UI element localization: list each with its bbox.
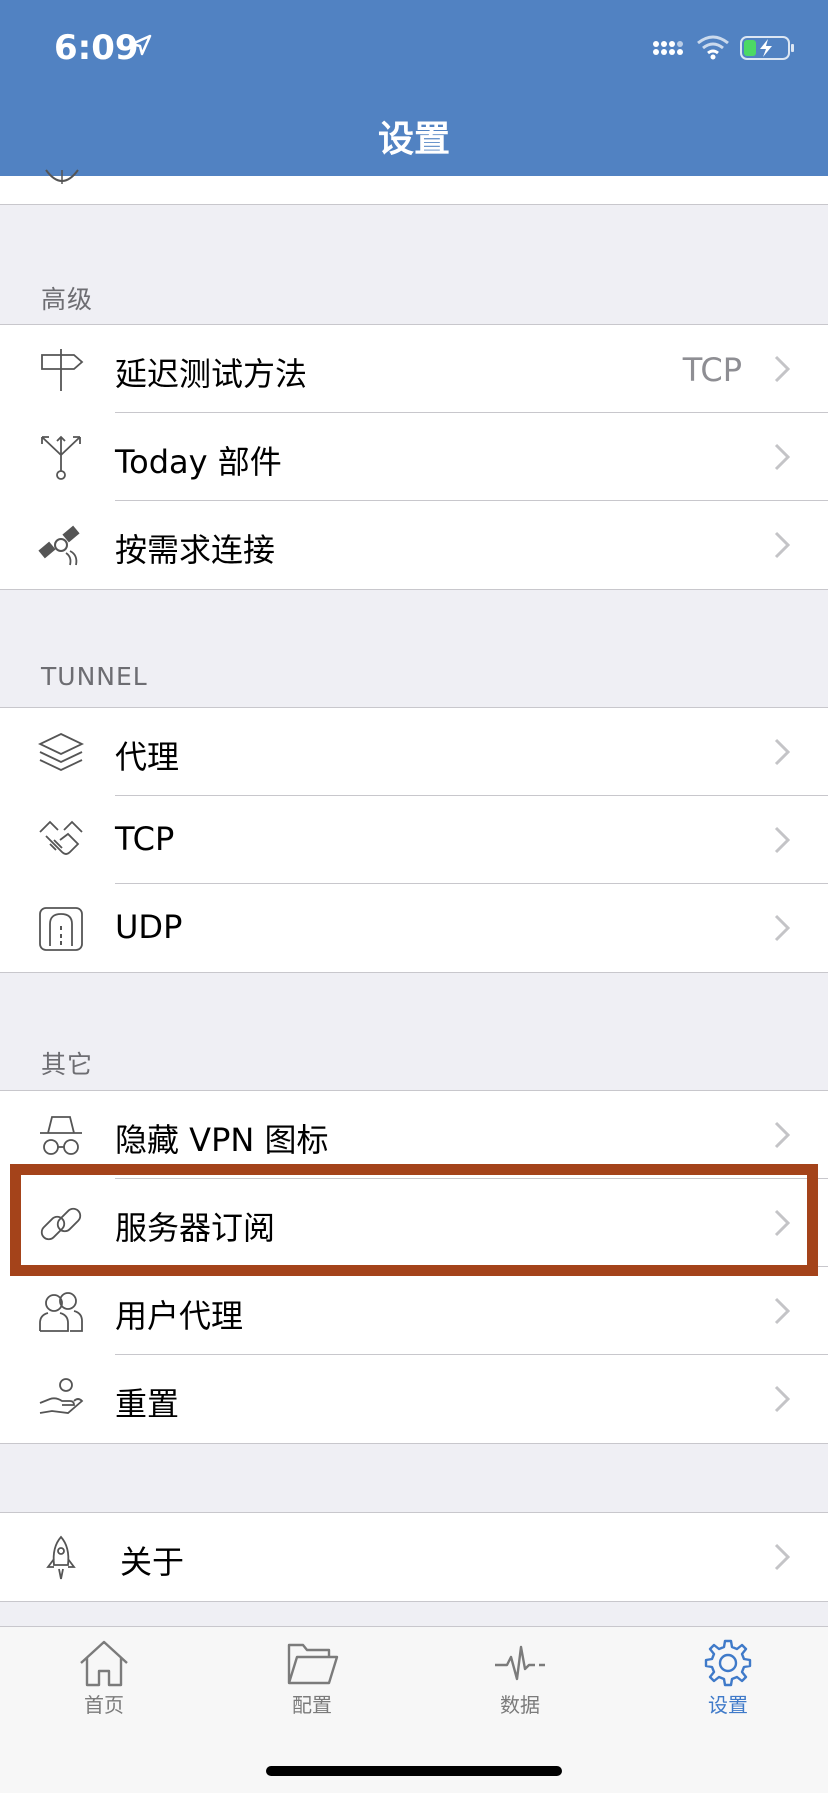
group-about: 关于 <box>0 1512 828 1602</box>
row-label: 用户代理 <box>115 1297 244 1335</box>
row-udp[interactable]: UDP <box>0 884 828 972</box>
layers-icon <box>38 733 84 771</box>
chevron-right-icon <box>774 914 790 942</box>
folder-icon <box>287 1643 339 1685</box>
handshake-icon <box>39 820 83 855</box>
row-on-demand-connect[interactable]: 按需求连接 <box>0 501 828 589</box>
row-label: 重置 <box>115 1385 180 1423</box>
wifi-icon <box>697 35 729 60</box>
tab-label: 配置 <box>292 1693 332 1717</box>
chevron-right-icon <box>774 1121 790 1149</box>
chevron-right-icon <box>774 1209 790 1237</box>
fork-arrows-icon <box>41 435 81 480</box>
chevron-right-icon <box>774 1543 790 1571</box>
tab-settings[interactable]: 设置 <box>673 1639 783 1718</box>
page-title: 设置 <box>377 119 450 160</box>
cellular-signal-icon <box>653 41 683 55</box>
home-icon <box>80 1640 128 1687</box>
home-indicator[interactable] <box>266 1766 562 1776</box>
chevron-right-icon <box>774 531 790 559</box>
satellite-icon <box>38 525 80 566</box>
tab-label: 首页 <box>84 1693 124 1717</box>
row-server-subscription[interactable]: 服务器订阅 <box>0 1179 828 1267</box>
link-icon <box>40 1207 82 1241</box>
row-label: TCP <box>115 820 175 858</box>
tab-label: 设置 <box>708 1693 748 1717</box>
tab-config[interactable]: 配置 <box>257 1639 367 1718</box>
section-header-advanced: 高级 <box>41 285 94 314</box>
nav-bar: 设置 <box>0 100 828 176</box>
row-label: 延迟测试方法 <box>115 355 308 393</box>
status-bar: 6:09 <box>0 0 828 100</box>
tunnel-icon <box>39 907 83 951</box>
users-icon <box>39 1292 83 1332</box>
row-user-agent[interactable]: 用户代理 <box>0 1267 828 1355</box>
chevron-right-icon <box>774 1385 790 1413</box>
tab-data[interactable]: 数据 <box>465 1639 575 1718</box>
row-value: TCP <box>682 351 742 389</box>
group-tunnel: 代理 TCP UDP <box>0 707 828 973</box>
gear-icon <box>704 1639 752 1687</box>
group-other: 隐藏 VPN 图标 服务器订阅 用户代理 重置 <box>0 1090 828 1444</box>
globe-icon <box>45 169 79 184</box>
row-label: 服务器订阅 <box>115 1209 276 1247</box>
section-header-other: 其它 <box>41 1050 94 1079</box>
chevron-right-icon <box>774 443 790 471</box>
row-hide-vpn-icon[interactable]: 隐藏 VPN 图标 <box>0 1091 828 1179</box>
row-proxy[interactable]: 代理 <box>0 708 828 796</box>
pulse-icon <box>495 1645 545 1681</box>
chevron-right-icon <box>774 738 790 766</box>
status-time: 6:09 <box>54 28 139 68</box>
battery-charging-icon <box>740 36 794 60</box>
rocket-icon <box>46 1535 76 1580</box>
tab-label: 数据 <box>500 1693 540 1717</box>
scrolled-row-stub <box>0 169 828 205</box>
chevron-right-icon <box>774 355 790 383</box>
row-about[interactable]: 关于 <box>0 1513 828 1601</box>
row-label: 隐藏 VPN 图标 <box>115 1121 329 1159</box>
row-reset[interactable]: 重置 <box>0 1355 828 1443</box>
chevron-right-icon <box>774 826 790 854</box>
row-today-widget[interactable]: Today 部件 <box>0 413 828 501</box>
row-tcp[interactable]: TCP <box>0 796 828 884</box>
chevron-right-icon <box>774 1297 790 1325</box>
tab-home[interactable]: 首页 <box>49 1639 159 1718</box>
row-label: 关于 <box>120 1543 185 1581</box>
group-advanced: 延迟测试方法 TCP Today 部件 按需求连接 <box>0 324 828 590</box>
location-arrow-icon <box>130 34 152 56</box>
section-header-tunnel: TUNNEL <box>41 662 148 691</box>
row-label: UDP <box>115 908 183 946</box>
spy-icon <box>40 1116 82 1155</box>
row-label: 代理 <box>115 738 180 776</box>
row-latency-test[interactable]: 延迟测试方法 TCP <box>0 325 828 413</box>
row-label: Today 部件 <box>115 443 282 481</box>
row-label: 按需求连接 <box>115 531 276 569</box>
signpost-icon <box>41 349 84 391</box>
hand-reset-icon <box>39 1378 84 1414</box>
